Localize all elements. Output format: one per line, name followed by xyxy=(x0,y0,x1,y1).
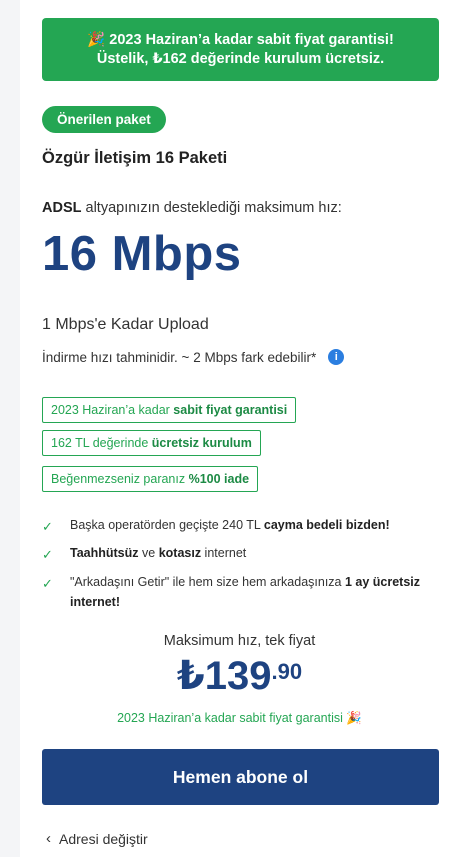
check-icon: ✓ xyxy=(42,576,53,591)
download-note: İndirme hızı tahminidir. ~ 2 Mbps fark e… xyxy=(42,349,345,365)
infrastructure-type: ADSL xyxy=(42,200,82,216)
price-title: Maksimum hız, tek fiyat xyxy=(163,633,316,649)
tag-bold: sabit fiyat garantisi xyxy=(173,403,288,417)
tag-free-setup: 162 TL değerinde ücretsiz kurulum xyxy=(42,430,261,456)
tag-text: 162 TL değerinde xyxy=(51,436,152,450)
upload-speed: 1 Mbps'e Kadar Upload xyxy=(42,316,209,333)
feature-text: "Arkadaşını Getir" ile hem size hem arka… xyxy=(70,575,421,609)
recommended-badge: Önerilen paket xyxy=(42,106,166,133)
check-icon: ✓ xyxy=(42,519,53,534)
plan-card: 🎉 2023 Haziran’a kadar sabit fiyat garan… xyxy=(20,0,459,857)
tag-bold: %100 iade xyxy=(188,472,250,486)
promo-line-2: Üstelik, ₺162 değerinde kurulum ücretsiz… xyxy=(96,50,385,67)
infrastructure-desc: altyapınızın desteklediği maksimum hız: xyxy=(81,200,342,216)
check-icon: ✓ xyxy=(42,547,53,562)
speed-value: 16 Mbps xyxy=(42,227,242,281)
promo-line-1: 🎉 2023 Haziran’a kadar sabit fiyat garan… xyxy=(87,31,394,48)
package-name: Özgür İletişim 16 Paketi xyxy=(42,149,228,167)
feature-text: Taahhütsüz ve kotasız internet xyxy=(70,546,247,560)
infrastructure-text: ADSL altyapınızın desteklediği maksimum … xyxy=(42,200,342,216)
tag-bold: ücretsiz kurulum xyxy=(151,436,252,450)
promo-banner: 🎉 2023 Haziran’a kadar sabit fiyat garan… xyxy=(42,18,439,81)
change-address-label: Adresi değiştir xyxy=(59,830,148,847)
tag-text: Beğenmezseniz paranız xyxy=(51,472,189,486)
subscribe-button[interactable]: Hemen abone ol xyxy=(42,749,439,805)
download-note-text: İndirme hızı tahminidir. ~ 2 Mbps fark e… xyxy=(42,349,317,365)
tag-price-guarantee: 2023 Haziran’a kadar sabit fiyat garanti… xyxy=(42,397,297,423)
price-guarantee-note: 2023 Haziran’a kadar sabit fiyat garanti… xyxy=(117,711,362,725)
price: ₺139.90 xyxy=(20,653,459,699)
info-icon[interactable]: i xyxy=(328,349,345,365)
tag-refund: Beğenmezseniz paranız %100 iade xyxy=(42,466,259,492)
tag-text: 2023 Haziran’a kadar xyxy=(51,403,174,417)
price-main: ₺139 xyxy=(176,654,272,698)
price-cents: .90 xyxy=(271,659,303,684)
feature-text: Başka operatörden geçişte 240 TL cayma b… xyxy=(70,518,390,532)
change-address-link[interactable]: ‹ Adresi değiştir xyxy=(46,830,148,847)
chevron-left-icon: ‹ xyxy=(46,830,51,847)
